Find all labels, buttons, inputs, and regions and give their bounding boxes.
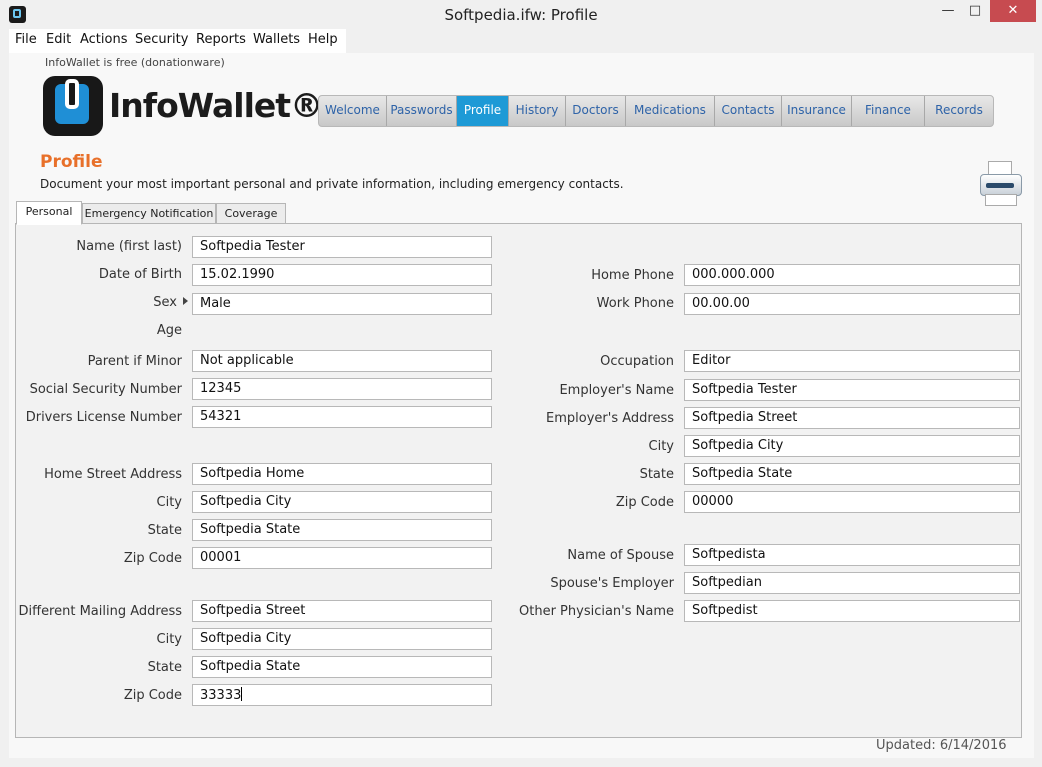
window-title: Softpedia.ifw: Profile <box>444 6 598 24</box>
label-employers-name: Employer's Name <box>559 383 674 398</box>
label-mailing-city: City <box>156 632 182 647</box>
employers-address-field[interactable]: Softpedia Street <box>684 407 1020 429</box>
close-button[interactable]: ✕ <box>990 0 1036 22</box>
label-mailing-zip-code: Zip Code <box>123 688 182 703</box>
label-home-zip-code: Zip Code <box>123 551 182 566</box>
name-field[interactable]: Softpedia Tester <box>192 236 492 258</box>
label-occupation: Occupation <box>600 354 674 369</box>
logo-text: InfoWallet® <box>109 86 323 125</box>
printer-output <box>985 194 1017 206</box>
home-state-field[interactable]: Softpedia State <box>192 519 492 541</box>
mailing-zip-code-value: 33333 <box>200 688 242 703</box>
home-city-field[interactable]: Softpedia City <box>192 491 492 513</box>
label-home-state: State <box>147 523 182 538</box>
nav-tab-welcome[interactable]: Welcome <box>319 96 387 126</box>
label-parent-if-minor: Parent if Minor <box>87 354 182 369</box>
date-of-birth-field[interactable]: 15.02.1990 <box>192 264 492 286</box>
text-cursor <box>241 687 243 701</box>
work-phone-field[interactable]: 00.00.00 <box>684 293 1020 315</box>
section-title: Profile <box>40 152 103 172</box>
subtab-coverage[interactable]: Coverage <box>216 203 286 224</box>
nav-tab-history[interactable]: History <box>509 96 566 126</box>
wallet-logo-icon <box>43 76 103 136</box>
printer-slot <box>986 183 1014 188</box>
personal-panel: Name (first last) Date of Birth Sex Age … <box>15 223 1022 738</box>
drivers-license-number-field[interactable]: 54321 <box>192 406 492 428</box>
nav-tab-medications[interactable]: Medications <box>626 96 715 126</box>
printer-icon[interactable] <box>978 161 1022 207</box>
label-social-security-number: Social Security Number <box>29 382 182 397</box>
label-other-physicians-name: Other Physician's Name <box>519 604 674 619</box>
sex-field[interactable]: Male <box>192 293 492 315</box>
home-phone-field[interactable]: 000.000.000 <box>684 264 1020 286</box>
menu-bar: File Edit Actions Security Reports Walle… <box>9 29 346 53</box>
section-description: Document your most important personal an… <box>40 177 624 191</box>
employer-zip-code-field[interactable]: 00000 <box>684 491 1020 513</box>
minimize-button[interactable]: — <box>935 0 961 22</box>
employers-name-field[interactable]: Softpedia Tester <box>684 379 1020 401</box>
label-home-street-address: Home Street Address <box>44 467 182 482</box>
label-employer-state: State <box>639 467 674 482</box>
menu-security[interactable]: Security <box>135 32 188 47</box>
label-name: Name (first last) <box>76 239 182 254</box>
nav-tab-passwords[interactable]: Passwords <box>387 96 457 126</box>
label-sex: Sex <box>153 295 177 310</box>
label-different-mailing-address: Different Mailing Address <box>18 604 182 619</box>
name-of-spouse-field[interactable]: Softpedista <box>684 544 1020 566</box>
nav-tab-contacts[interactable]: Contacts <box>715 96 782 126</box>
social-security-number-field[interactable]: 12345 <box>192 378 492 400</box>
mailing-address-field[interactable]: Softpedia Street <box>192 600 492 622</box>
nav-tab-finance[interactable]: Finance <box>852 96 925 126</box>
menu-help[interactable]: Help <box>308 32 338 47</box>
freeware-note: InfoWallet is free (donationware) <box>45 56 225 69</box>
menu-wallets[interactable]: Wallets <box>253 32 300 47</box>
spouses-employer-field[interactable]: Softpedian <box>684 572 1020 594</box>
title-bar: Softpedia.ifw: Profile — □ ✕ <box>0 0 1042 30</box>
label-work-phone: Work Phone <box>596 296 674 311</box>
menu-reports[interactable]: Reports <box>196 32 246 47</box>
home-street-address-field[interactable]: Softpedia Home <box>192 463 492 485</box>
label-home-city: City <box>156 495 182 510</box>
menu-actions[interactable]: Actions <box>80 32 128 47</box>
label-employer-zip-code: Zip Code <box>615 495 674 510</box>
employer-city-field[interactable]: Softpedia City <box>684 435 1020 457</box>
subtab-personal[interactable]: Personal <box>16 201 82 225</box>
parent-if-minor-field[interactable]: Not applicable <box>192 350 492 372</box>
label-home-phone: Home Phone <box>591 268 674 283</box>
nav-tab-records[interactable]: Records <box>925 96 993 126</box>
label-employer-city: City <box>648 439 674 454</box>
label-age: Age <box>156 323 182 338</box>
mailing-state-field[interactable]: Softpedia State <box>192 656 492 678</box>
label-spouses-employer: Spouse's Employer <box>550 576 674 591</box>
label-name-of-spouse: Name of Spouse <box>567 548 674 563</box>
menu-file[interactable]: File <box>15 32 37 47</box>
maximize-button[interactable]: □ <box>962 0 988 22</box>
other-physicians-name-field[interactable]: Softpedist <box>684 600 1020 622</box>
label-drivers-license-number: Drivers License Number <box>25 410 182 425</box>
home-zip-code-field[interactable]: 00001 <box>192 547 492 569</box>
nav-tab-profile[interactable]: Profile <box>457 96 509 126</box>
mailing-zip-code-field[interactable]: 33333 <box>192 684 492 706</box>
occupation-field[interactable]: Editor <box>684 350 1020 372</box>
menu-edit[interactable]: Edit <box>46 32 71 47</box>
label-date-of-birth: Date of Birth <box>98 267 182 282</box>
nav-tab-insurance[interactable]: Insurance <box>782 96 852 126</box>
main-content: InfoWallet is free (donationware) InfoWa… <box>9 53 1034 758</box>
employer-state-field[interactable]: Softpedia State <box>684 463 1020 485</box>
sex-dropdown-arrow-icon[interactable] <box>183 297 188 305</box>
subtab-emergency-notification[interactable]: Emergency Notification <box>82 203 216 224</box>
nav-tab-doctors[interactable]: Doctors <box>566 96 626 126</box>
label-mailing-state: State <box>147 660 182 675</box>
updated-timestamp: Updated: 6/14/2016 <box>876 738 1007 753</box>
nav-tabs: Welcome Passwords Profile History Doctor… <box>318 95 994 127</box>
label-employers-address: Employer's Address <box>546 411 674 426</box>
mailing-city-field[interactable]: Softpedia City <box>192 628 492 650</box>
